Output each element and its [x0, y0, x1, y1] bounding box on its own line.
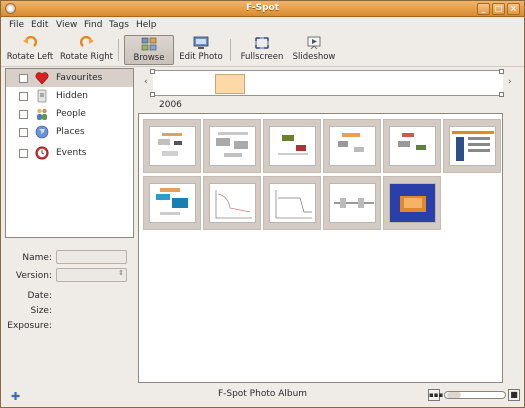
photo-thumbnail[interactable]	[383, 176, 441, 230]
timeline-year-label: 2006	[159, 100, 182, 110]
places-icon	[35, 125, 49, 139]
toolbar: Rotate Left Rotate Right Browse Edit Pho…	[1, 33, 524, 67]
tag-list[interactable]: Favourites Hidden People Places Events	[5, 68, 134, 238]
tag-row-hidden[interactable]: Hidden	[6, 87, 133, 105]
toolbar-separator	[230, 39, 231, 61]
photo-thumbnail[interactable]	[143, 176, 201, 230]
name-label: Name:	[22, 253, 52, 263]
events-icon	[35, 146, 49, 160]
fullscreen-icon	[255, 37, 269, 49]
exposure-label: Exposure:	[7, 321, 52, 331]
rotate-right-button[interactable]: Rotate Right	[58, 35, 115, 65]
toolbar-separator	[118, 39, 119, 61]
slideshow-icon	[307, 36, 321, 50]
photo-thumbnail[interactable]	[203, 119, 261, 173]
timeline-handle[interactable]	[499, 69, 504, 74]
title-bar[interactable]: F-Spot _ □ ×	[1, 1, 524, 17]
zoom-out-icon[interactable]: ▪▪▪	[428, 389, 443, 401]
maximize-button[interactable]: □	[492, 3, 505, 15]
tag-checkbox[interactable]	[19, 110, 28, 119]
browse-button[interactable]: Browse	[124, 35, 174, 65]
photo-thumbnail[interactable]	[263, 176, 321, 230]
version-select[interactable]: ⇕	[56, 268, 127, 282]
edit-photo-icon	[193, 36, 209, 49]
tag-checkbox[interactable]	[19, 92, 28, 101]
fullscreen-button[interactable]: Fullscreen	[237, 35, 287, 65]
timeline-handle[interactable]	[150, 69, 155, 74]
photo-thumbnail[interactable]	[323, 176, 381, 230]
heart-icon	[35, 72, 49, 85]
menu-view[interactable]: View	[56, 20, 77, 30]
menu-tags[interactable]: Tags	[109, 20, 129, 30]
rotate-left-button[interactable]: Rotate Left	[4, 35, 56, 65]
timeline-selected-period[interactable]	[215, 74, 245, 94]
timeline-scroll-left-icon[interactable]: ‹	[144, 77, 148, 87]
photo-thumbnail[interactable]	[203, 176, 261, 230]
f-spot-window: F-Spot _ □ × File Edit View Find Tags He…	[0, 0, 525, 408]
rotate-right-icon	[79, 36, 94, 47]
vertical-scrollbar[interactable]	[506, 71, 518, 383]
photo-thumbnail[interactable]	[263, 119, 321, 173]
menu-find[interactable]: Find	[84, 20, 102, 30]
minimize-button[interactable]: _	[477, 3, 490, 15]
zoom-slider[interactable]	[444, 391, 506, 399]
window-title: F-Spot	[245, 3, 280, 13]
menu-help[interactable]: Help	[136, 20, 157, 30]
date-label: Date:	[27, 291, 52, 301]
browse-icon	[141, 37, 157, 51]
timeline-handle[interactable]	[499, 92, 504, 97]
timeline[interactable]	[150, 69, 504, 97]
photo-thumbnail[interactable]	[323, 119, 381, 173]
version-label: Version:	[15, 271, 52, 281]
menu-file[interactable]: File	[9, 20, 24, 30]
photo-thumbnail[interactable]	[443, 119, 501, 173]
photo-icon-view[interactable]	[138, 113, 503, 383]
photo-thumbnail[interactable]	[143, 119, 201, 173]
slideshow-button[interactable]: Slideshow	[291, 35, 337, 65]
edit-photo-button[interactable]: Edit Photo	[178, 35, 224, 65]
people-icon	[37, 108, 47, 120]
tag-row-favourites[interactable]: Favourites	[6, 69, 133, 87]
tag-row-people[interactable]: People	[6, 105, 133, 123]
rotate-left-icon	[23, 36, 38, 47]
timeline-handle[interactable]	[150, 92, 155, 97]
zoom-control[interactable]: ▪▪▪ ■	[428, 389, 521, 401]
tag-checkbox[interactable]	[19, 128, 28, 137]
menu-bar: File Edit View Find Tags Help	[1, 17, 524, 33]
hidden-icon	[37, 89, 47, 103]
tag-checkbox[interactable]	[19, 74, 28, 83]
size-label: Size:	[30, 306, 52, 316]
spin-arrows-icon: ⇕	[118, 269, 124, 277]
close-button[interactable]: ×	[507, 3, 520, 15]
tag-row-events[interactable]: Events	[6, 144, 133, 162]
tag-row-places[interactable]: Places	[6, 123, 133, 141]
photo-thumbnail[interactable]	[383, 119, 441, 173]
zoom-slider-thumb[interactable]	[447, 392, 461, 398]
menu-edit[interactable]: Edit	[31, 20, 48, 30]
tag-checkbox[interactable]	[19, 149, 28, 158]
name-field[interactable]	[56, 250, 127, 264]
zoom-in-icon[interactable]: ■	[508, 389, 520, 401]
